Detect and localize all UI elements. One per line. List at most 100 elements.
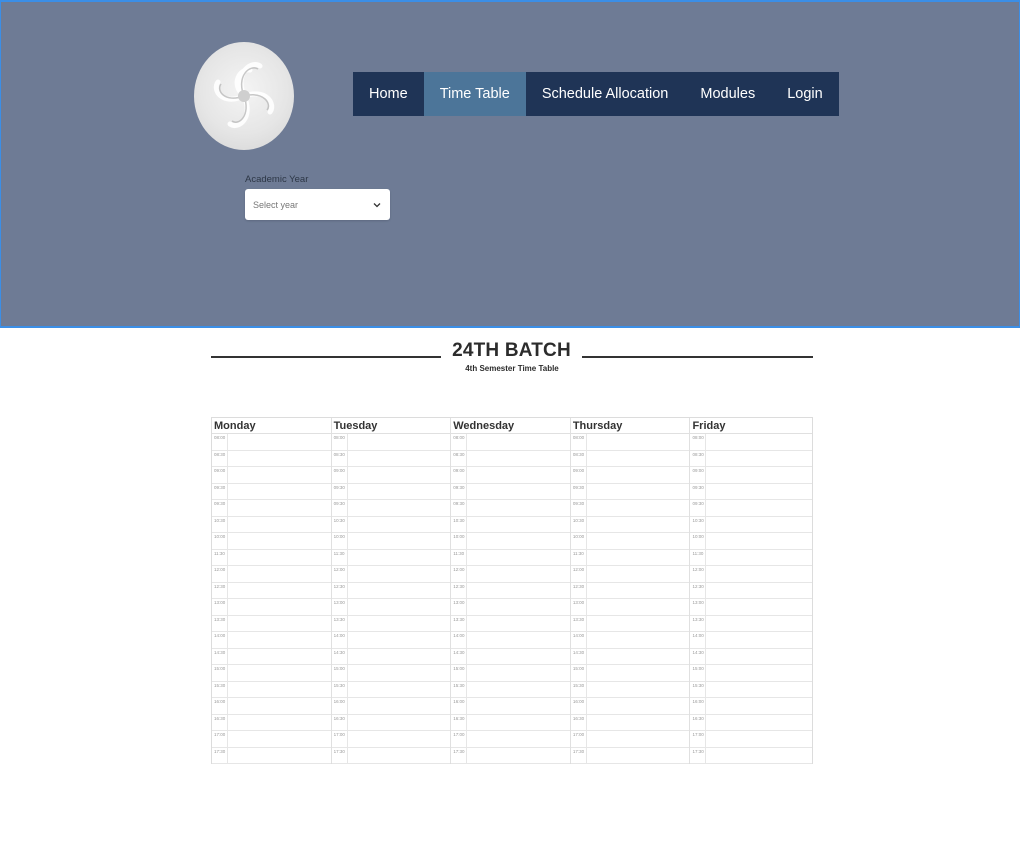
time-slot[interactable]: 09:00 [570, 467, 690, 484]
time-slot[interactable]: 17:30 [331, 747, 451, 764]
time-slot[interactable]: 14:30 [331, 648, 451, 665]
time-slot[interactable]: 08:00 [451, 434, 570, 451]
site-logo[interactable] [194, 42, 294, 150]
time-slot[interactable]: 15:30 [451, 681, 570, 698]
time-slot[interactable]: 08:30 [331, 450, 451, 467]
time-slot[interactable]: 08:30 [451, 450, 570, 467]
time-slot[interactable]: 13:30 [331, 615, 451, 632]
time-slot[interactable]: 10:30 [690, 516, 813, 533]
time-slot[interactable]: 15:30 [570, 681, 690, 698]
time-slot[interactable]: 16:30 [331, 714, 451, 731]
time-slot[interactable]: 15:30 [331, 681, 451, 698]
time-slot[interactable]: 15:00 [451, 665, 570, 682]
time-slot[interactable]: 09:30 [212, 500, 331, 517]
time-slot[interactable]: 11:30 [331, 549, 451, 566]
time-slot[interactable]: 13:00 [331, 599, 451, 616]
nav-time-table[interactable]: Time Table [423, 72, 526, 116]
time-slot[interactable]: 13:00 [570, 599, 690, 616]
time-slot[interactable]: 08:30 [212, 450, 331, 467]
time-slot[interactable]: 16:30 [451, 714, 570, 731]
time-slot[interactable]: 08:00 [212, 434, 331, 451]
time-slot[interactable]: 10:30 [331, 516, 451, 533]
time-slot[interactable]: 12:00 [451, 566, 570, 583]
time-slot[interactable]: 08:30 [570, 450, 690, 467]
time-slot[interactable]: 10:00 [690, 533, 813, 550]
time-slot[interactable]: 08:00 [570, 434, 690, 451]
time-slot[interactable]: 17:30 [690, 747, 813, 764]
time-slot[interactable]: 08:00 [690, 434, 813, 451]
time-slot[interactable]: 09:30 [451, 483, 570, 500]
time-slot[interactable]: 14:00 [451, 632, 570, 649]
time-slot[interactable]: 10:00 [570, 533, 690, 550]
time-slot[interactable]: 17:00 [331, 731, 451, 748]
time-slot[interactable]: 12:30 [690, 582, 813, 599]
time-slot[interactable]: 17:00 [212, 731, 331, 748]
time-slot[interactable]: 17:00 [570, 731, 690, 748]
time-slot[interactable]: 17:00 [451, 731, 570, 748]
time-slot[interactable]: 14:00 [331, 632, 451, 649]
time-slot[interactable]: 16:00 [690, 698, 813, 715]
time-slot[interactable]: 14:30 [690, 648, 813, 665]
time-slot[interactable]: 17:00 [690, 731, 813, 748]
time-slot[interactable]: 11:30 [451, 549, 570, 566]
time-slot[interactable]: 09:00 [212, 467, 331, 484]
time-slot[interactable]: 16:00 [570, 698, 690, 715]
nav-home[interactable]: Home [353, 72, 424, 116]
nav-modules[interactable]: Modules [684, 72, 771, 116]
time-slot[interactable]: 13:30 [690, 615, 813, 632]
time-slot[interactable]: 17:30 [451, 747, 570, 764]
time-slot[interactable]: 13:30 [451, 615, 570, 632]
time-slot[interactable]: 13:00 [690, 599, 813, 616]
time-slot[interactable]: 14:00 [690, 632, 813, 649]
academic-year-select[interactable]: Select year [245, 189, 390, 220]
time-slot[interactable]: 10:30 [451, 516, 570, 533]
time-slot[interactable]: 11:30 [690, 549, 813, 566]
time-slot[interactable]: 15:00 [212, 665, 331, 682]
nav-schedule-allocation[interactable]: Schedule Allocation [526, 72, 685, 116]
time-slot[interactable]: 12:30 [570, 582, 690, 599]
time-slot[interactable]: 09:30 [690, 500, 813, 517]
time-slot[interactable]: 12:00 [690, 566, 813, 583]
time-slot[interactable]: 10:00 [331, 533, 451, 550]
time-slot[interactable]: 11:30 [212, 549, 331, 566]
time-slot[interactable]: 13:30 [570, 615, 690, 632]
time-slot[interactable]: 09:00 [331, 467, 451, 484]
time-slot[interactable]: 13:00 [212, 599, 331, 616]
time-slot[interactable]: 15:30 [690, 681, 813, 698]
time-slot[interactable]: 09:30 [570, 483, 690, 500]
time-slot[interactable]: 09:00 [451, 467, 570, 484]
time-slot[interactable]: 13:30 [212, 615, 331, 632]
time-slot[interactable]: 16:00 [451, 698, 570, 715]
time-slot[interactable]: 14:30 [212, 648, 331, 665]
time-slot[interactable]: 16:00 [212, 698, 331, 715]
time-slot[interactable]: 09:30 [212, 483, 331, 500]
time-slot[interactable]: 10:00 [451, 533, 570, 550]
time-slot[interactable]: 17:30 [212, 747, 331, 764]
time-slot[interactable]: 08:30 [690, 450, 813, 467]
time-slot[interactable]: 12:30 [331, 582, 451, 599]
time-slot[interactable]: 16:30 [570, 714, 690, 731]
time-slot[interactable]: 10:30 [570, 516, 690, 533]
time-slot[interactable]: 13:00 [451, 599, 570, 616]
time-slot[interactable]: 12:00 [212, 566, 331, 583]
time-slot[interactable]: 16:00 [331, 698, 451, 715]
time-slot[interactable]: 09:30 [331, 500, 451, 517]
time-slot[interactable]: 14:30 [451, 648, 570, 665]
time-slot[interactable]: 14:00 [212, 632, 331, 649]
time-slot[interactable]: 12:00 [331, 566, 451, 583]
time-slot[interactable]: 16:30 [212, 714, 331, 731]
time-slot[interactable]: 08:00 [331, 434, 451, 451]
time-slot[interactable]: 10:00 [212, 533, 331, 550]
time-slot[interactable]: 12:00 [570, 566, 690, 583]
time-slot[interactable]: 09:30 [331, 483, 451, 500]
nav-login[interactable]: Login [771, 72, 838, 116]
time-slot[interactable]: 16:30 [690, 714, 813, 731]
time-slot[interactable]: 09:30 [690, 483, 813, 500]
time-slot[interactable]: 09:30 [570, 500, 690, 517]
time-slot[interactable]: 14:00 [570, 632, 690, 649]
time-slot[interactable]: 09:00 [690, 467, 813, 484]
time-slot[interactable]: 12:30 [451, 582, 570, 599]
time-slot[interactable]: 10:30 [212, 516, 331, 533]
time-slot[interactable]: 09:30 [451, 500, 570, 517]
time-slot[interactable]: 12:30 [212, 582, 331, 599]
